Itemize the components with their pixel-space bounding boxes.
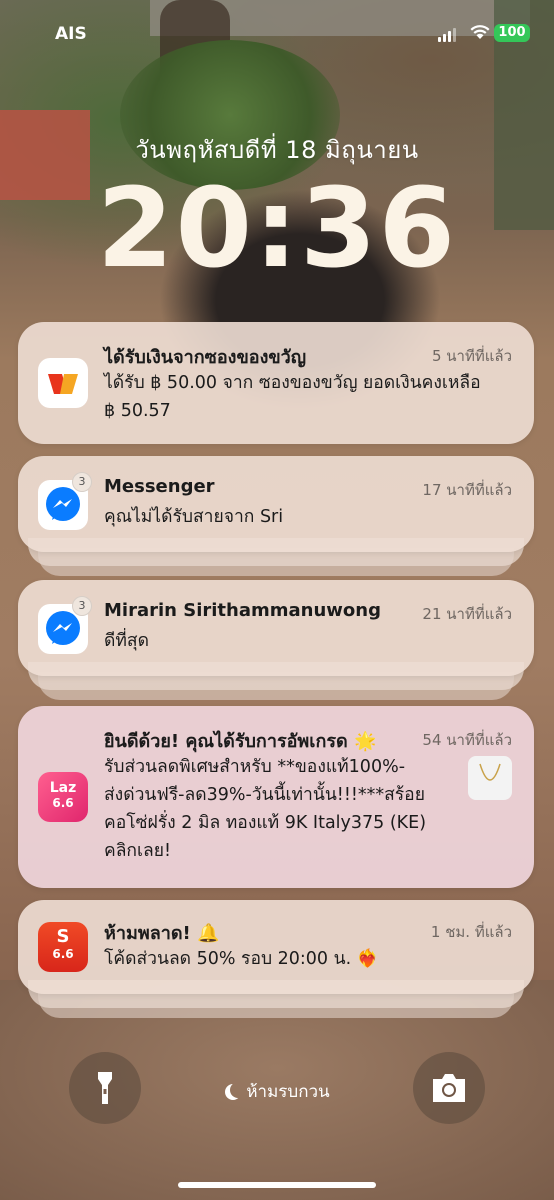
- wifi-icon: [470, 25, 490, 39]
- shopee-icon-text: S: [56, 926, 70, 947]
- camera-button[interactable]: [413, 1052, 485, 1124]
- notification-body-line: คอโซ่ฝรั่ง 2 มิล ทองแท้ 9K Italy375 (KE): [104, 813, 427, 833]
- notification-body-line: ดีที่สุด: [104, 631, 149, 651]
- camera-icon: [433, 1074, 465, 1102]
- notification-title: Messenger: [104, 476, 215, 497]
- notification-title: ได้รับเงินจากซองของขวัญ: [104, 347, 307, 368]
- carrier-label: AIS: [55, 24, 87, 44]
- notification-body-line: โค้ดส่วนลด 50% รอบ 20:00 น. ❤️‍🔥: [104, 949, 379, 969]
- battery-indicator: 100: [494, 24, 530, 42]
- status-bar: AIS 100: [0, 0, 554, 60]
- home-indicator[interactable]: [178, 1182, 376, 1188]
- product-thumbnail: [468, 756, 512, 800]
- shopee-icon-subtext: 6.6: [52, 947, 74, 961]
- notification-body-line: คลิกเลย!: [104, 841, 172, 861]
- notification-time: 21 นาทีที่แล้ว: [422, 605, 512, 623]
- notification-messenger[interactable]: 3 Messenger 17 นาทีที่แล้ว คุณไม่ได้รับส…: [18, 456, 534, 552]
- notification-shopee[interactable]: S 6.6 ห้ามพลาด! 🔔 1 ชม. ที่แล้ว โค้ดส่วน…: [18, 900, 534, 994]
- notification-time: 1 ชม. ที่แล้ว: [430, 923, 512, 941]
- lazada-icon-subtext: 6.6: [52, 796, 74, 810]
- notification-title: ยินดีด้วย! คุณได้รับการอัพเกรด 🌟: [104, 731, 377, 752]
- moon-icon: [230, 1082, 246, 1098]
- notification-body-line: คุณไม่ได้รับสายจาก Sri: [104, 507, 284, 527]
- wallet-app-icon: [38, 358, 88, 408]
- notification-body-line: ส่งด่วนฟรี-ลด39%-วันนี้เท่านั้น!!!***สร้…: [104, 785, 425, 805]
- notification-body-line: ได้รับ ฿ 50.00 จาก ซองของขวัญ ยอดเงินคงเ…: [104, 373, 481, 393]
- shopee-icon: S 6.6: [38, 922, 88, 972]
- notification-title: Mirarin Sirithammanuwong: [104, 600, 381, 621]
- lazada-icon-text: Laz: [49, 780, 77, 796]
- focus-mode-label: ห้ามรบกวน: [246, 1082, 330, 1102]
- notification-title: ห้ามพลาด! 🔔: [104, 923, 220, 944]
- notification-count-badge: 3: [72, 596, 92, 616]
- notification-messenger-chat[interactable]: 3 Mirarin Sirithammanuwong 21 นาทีที่แล้…: [18, 580, 534, 676]
- notification-body-line: ฿ 50.57: [104, 401, 171, 421]
- cellular-signal-icon: [438, 28, 456, 42]
- notification-wallet[interactable]: ได้รับเงินจากซองของขวัญ 5 นาทีที่แล้ว ได…: [18, 322, 534, 444]
- notification-time: 17 นาทีที่แล้ว: [422, 481, 512, 499]
- lazada-icon: Laz 6.6: [38, 772, 88, 822]
- notification-lazada[interactable]: Laz 6.6 ยินดีด้วย! คุณได้รับการอัพเกรด 🌟…: [18, 706, 534, 888]
- lock-time: 20:36: [96, 164, 458, 292]
- notification-time: 54 นาทีที่แล้ว: [422, 731, 512, 749]
- notification-body-line: รับส่วนลดพิเศษสำหรับ **ของแท้100%-: [104, 757, 406, 777]
- notification-time: 5 นาทีที่แล้ว: [431, 347, 512, 365]
- notification-count-badge: 3: [72, 472, 92, 492]
